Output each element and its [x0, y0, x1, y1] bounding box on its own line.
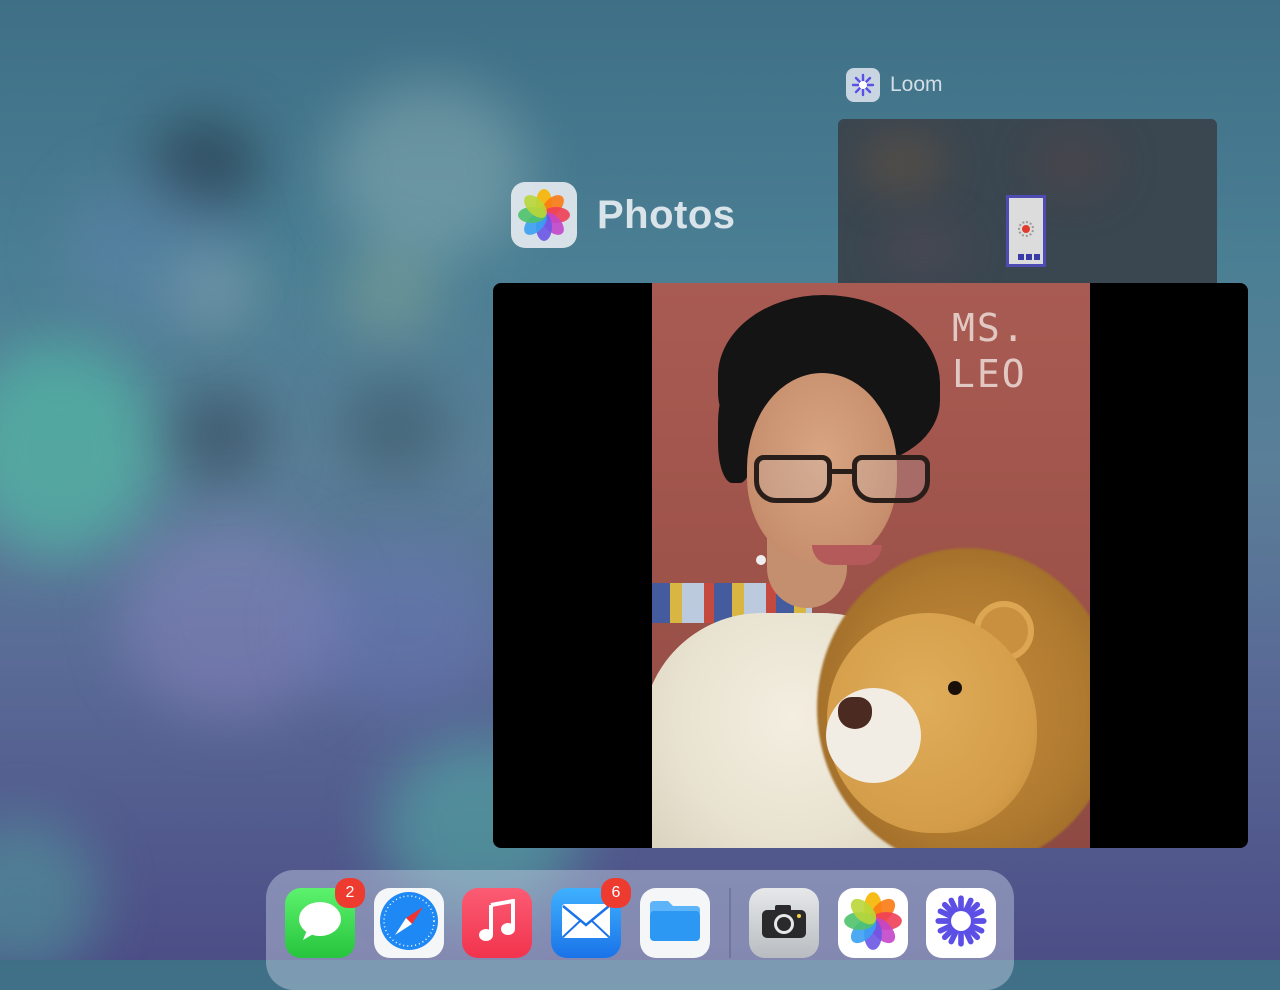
photos-icon	[843, 891, 903, 956]
files-icon	[648, 899, 702, 948]
dock-app-loom[interactable]	[926, 888, 996, 958]
messages-badge: 2	[335, 878, 365, 908]
dock-app-files[interactable]	[640, 888, 710, 958]
photos-icon	[511, 182, 577, 248]
dock-separator	[729, 888, 731, 958]
loom-icon	[846, 68, 880, 102]
photo-preview: MS. LEO	[652, 283, 1090, 848]
music-icon	[477, 898, 517, 948]
dock-app-camera[interactable]	[749, 888, 819, 958]
loom-card-title: Loom	[890, 73, 943, 96]
dock-app-music[interactable]	[462, 888, 532, 958]
dock-app-safari[interactable]	[374, 888, 444, 958]
loom-card-header[interactable]: Loom	[846, 68, 943, 102]
loom-preview-device-icon	[1006, 195, 1046, 267]
dock-app-mail[interactable]: 6	[551, 878, 631, 958]
dock-app-messages[interactable]: 2	[285, 878, 365, 958]
mail-icon	[561, 903, 611, 944]
safari-icon	[378, 890, 440, 957]
dock-app-photos[interactable]	[838, 888, 908, 958]
loom-icon	[935, 894, 987, 952]
mail-badge: 6	[601, 878, 631, 908]
camera-icon	[761, 903, 807, 944]
photos-card-title: Photos	[597, 192, 736, 237]
photos-card-header[interactable]: Photos	[511, 182, 736, 248]
chalk-writing: MS. LEO	[952, 306, 1027, 396]
messages-icon	[297, 900, 343, 947]
photos-app-card[interactable]: MS. LEO	[493, 283, 1248, 848]
